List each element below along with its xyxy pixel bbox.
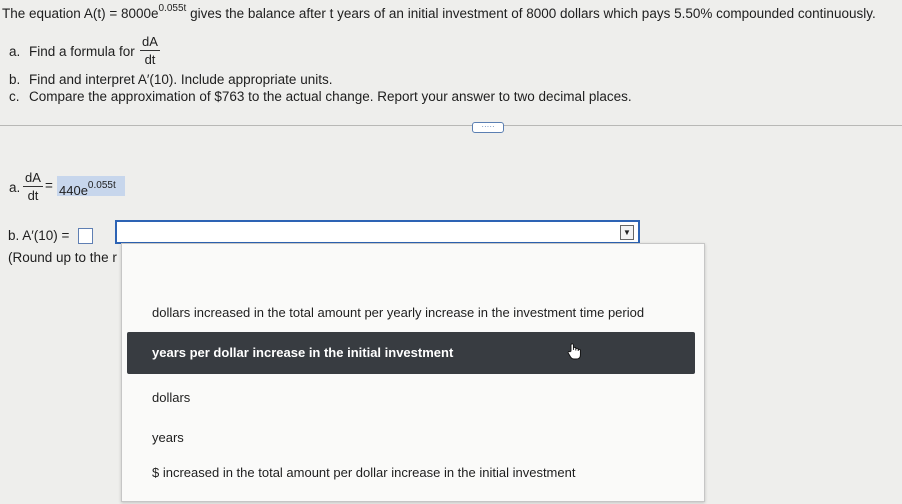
part-a-letter: a.: [9, 44, 21, 59]
dropdown-arrow-icon[interactable]: ▼: [620, 225, 634, 240]
section-divider: [0, 125, 902, 126]
fraction-bar: [140, 50, 160, 51]
answer-a-derivative: dA dt: [23, 170, 43, 203]
part-a-derivative: dA dt: [140, 34, 160, 67]
more-button[interactable]: ·····: [472, 122, 504, 133]
part-b-letter: b.: [9, 72, 21, 87]
answer-b-note: (Round up to the r: [8, 250, 117, 265]
answer-a-equals: =: [45, 178, 53, 193]
answer-a-letter: a.: [9, 180, 21, 195]
intro-text-rest: gives the balance after t years of an in…: [186, 6, 876, 21]
part-c-text: Compare the approximation of $763 to the…: [29, 89, 632, 104]
answer-b-input[interactable]: [78, 228, 93, 244]
part-c-letter: c.: [9, 89, 20, 104]
dropdown-option[interactable]: years: [152, 430, 184, 445]
question-intro: The equation A(t) = 8000e0.055t gives th…: [2, 3, 876, 21]
answer-derivative-denominator: dt: [27, 188, 39, 203]
answer-a-exponent: 0.055t: [87, 180, 116, 191]
answer-a-value: 440e0.055t: [57, 176, 125, 198]
derivative-denominator: dt: [144, 52, 156, 67]
dropdown-option[interactable]: dollars: [152, 390, 190, 405]
highlighted-option-label: years per dollar increase in the initial…: [152, 345, 454, 360]
intro-text: The equation A(t) = 8000e: [2, 6, 159, 21]
dropdown-option-highlighted[interactable]: years per dollar increase in the initial…: [127, 332, 695, 374]
part-b-text: Find and interpret A′(10). Include appro…: [29, 72, 333, 87]
units-dropdown-list: dollars increased in the total amount pe…: [121, 243, 705, 502]
answer-fraction-bar: [23, 186, 43, 187]
dropdown-option[interactable]: $ increased in the total amount per doll…: [152, 465, 575, 480]
answer-a-base: 440e: [59, 183, 88, 198]
units-select[interactable]: ▼: [115, 220, 640, 244]
answer-b-label: b. A′(10) =: [8, 228, 70, 243]
answer-derivative-numerator: dA: [25, 170, 41, 185]
intro-exponent: 0.055t: [158, 3, 187, 14]
dropdown-option[interactable]: dollars increased in the total amount pe…: [152, 305, 644, 320]
hand-cursor-icon: [567, 343, 581, 360]
part-a-text: Find a formula for: [29, 44, 135, 59]
derivative-numerator: dA: [142, 34, 158, 49]
